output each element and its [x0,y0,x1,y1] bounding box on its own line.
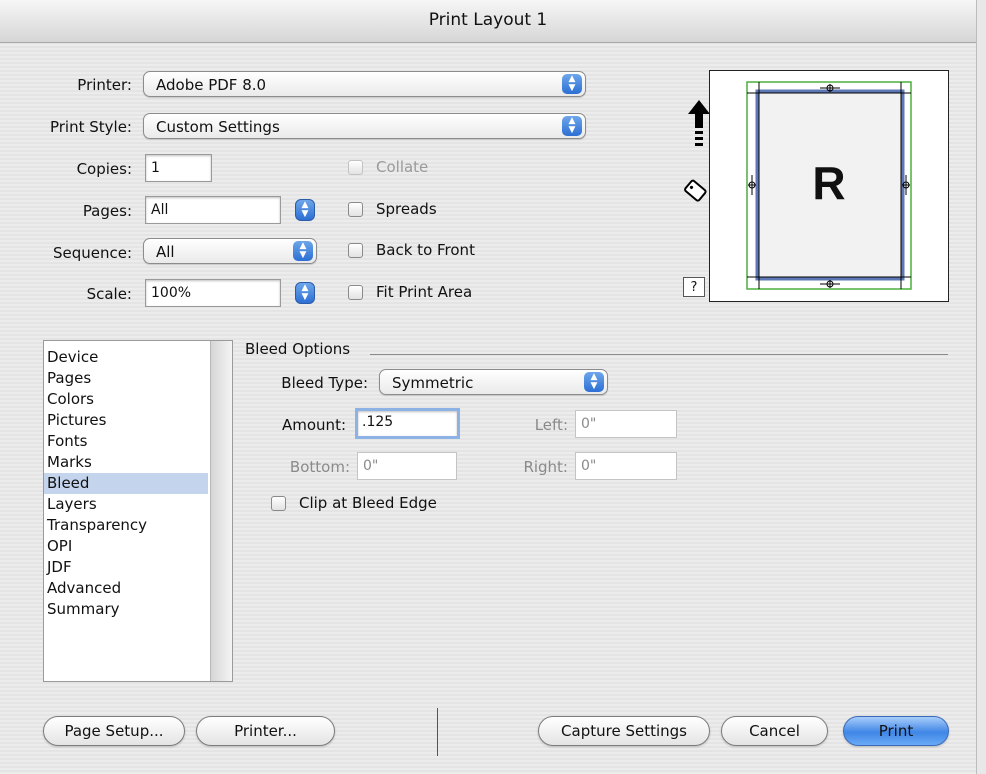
back-to-front-label: Back to Front [376,241,475,259]
list-item-marks[interactable]: Marks [44,452,208,473]
pages-label: Pages: [82,202,132,220]
category-list[interactable]: Device Pages Colors Pictures Fonts Marks Bleed… [43,340,233,682]
popup-arrows-icon: ▲ ▼ [562,116,582,136]
tag-icon[interactable] [680,178,710,204]
printer-popup[interactable]: Adobe PDF 8.0 ▲ ▼ [143,71,586,97]
pages-field[interactable]: All [145,196,281,224]
capture-settings-button[interactable]: Capture Settings [538,716,710,746]
bleed-type-label: Bleed Type: [281,374,368,392]
printer-button[interactable]: Printer... [196,716,335,746]
page-preview: R [709,70,949,302]
list-item-summary[interactable]: Summary [44,599,208,620]
amount-label: Amount: [282,416,346,434]
bleed-section-title: Bleed Options [245,340,351,358]
pages-stepper[interactable]: ▲ ▼ [295,199,315,221]
spreads-checkbox[interactable]: Spreads [348,200,437,218]
checkbox-box [348,242,363,258]
bottom-field[interactable]: 0" [357,452,457,480]
print-dialog: Print Layout 1 Printer: Adobe PDF 8.0 ▲ ▼… [0,0,977,774]
right-field[interactable]: 0" [575,452,677,480]
popup-arrows-icon: ▲ ▼ [293,241,313,261]
copies-field[interactable]: 1 [145,154,212,182]
right-label: Right: [523,458,568,476]
button-separator [437,708,438,756]
bleed-type-popup[interactable]: Symmetric ▲ ▼ [379,369,608,395]
fit-print-area-checkbox[interactable]: Fit Print Area [348,283,472,301]
clip-at-bleed-edge-label: Clip at Bleed Edge [299,494,437,512]
left-label: Left: [534,416,568,434]
section-divider [370,354,948,355]
clip-at-bleed-edge-checkbox[interactable]: Clip at Bleed Edge [271,494,437,512]
list-item-transparency[interactable]: Transparency [44,515,208,536]
collate-checkbox[interactable]: Collate [348,158,428,176]
left-field[interactable]: 0" [575,410,677,438]
scale-stepper[interactable]: ▲ ▼ [295,282,315,304]
list-item-layers[interactable]: Layers [44,494,208,515]
scale-label: Scale: [86,285,132,303]
list-item-pictures[interactable]: Pictures [44,410,208,431]
bottom-label: Bottom: [289,458,350,476]
popup-arrows-icon: ▲ ▼ [584,372,604,392]
fit-print-area-label: Fit Print Area [376,283,473,301]
checkbox-box [348,159,363,175]
collate-label: Collate [376,158,429,176]
amount-field[interactable]: .125 [355,408,460,439]
popup-arrows-icon: ▲ ▼ [562,74,582,94]
print-style-popup[interactable]: Custom Settings ▲ ▼ [143,113,586,139]
printer-label: Printer: [77,76,132,94]
printer-value: Adobe PDF 8.0 [156,76,267,94]
list-item-fonts[interactable]: Fonts [44,431,208,452]
checkbox-box [348,201,363,217]
checkbox-box [271,495,286,511]
print-button[interactable]: Print [843,716,949,746]
scale-field[interactable]: 100% [145,279,281,307]
sequence-label: Sequence: [52,244,132,262]
category-items: Device Pages Colors Pictures Fonts Marks Bleed… [44,347,208,620]
cancel-button[interactable]: Cancel [721,716,828,746]
list-item-opi[interactable]: OPI [44,536,208,557]
help-button[interactable]: ? [683,277,705,297]
list-item-device[interactable]: Device [44,347,208,368]
list-scrollbar[interactable] [210,341,232,681]
list-item-pages[interactable]: Pages [44,368,208,389]
page-letter: R [812,157,846,209]
up-arrow-icon[interactable] [688,100,710,152]
list-item-colors[interactable]: Colors [44,389,208,410]
list-item-bleed[interactable]: Bleed [44,473,208,494]
sequence-popup[interactable]: All ▲ ▼ [143,238,317,264]
window-title: Print Layout 1 [0,0,976,43]
print-style-label: Print Style: [49,118,132,136]
copies-label: Copies: [76,160,132,178]
list-item-jdf[interactable]: JDF [44,557,208,578]
spreads-label: Spreads [376,200,437,218]
list-item-advanced[interactable]: Advanced [44,578,208,599]
sequence-value: All [156,243,175,261]
print-style-value: Custom Settings [156,118,280,136]
checkbox-box [348,284,363,300]
page-setup-button[interactable]: Page Setup... [43,716,185,746]
back-to-front-checkbox[interactable]: Back to Front [348,241,475,259]
bleed-type-value: Symmetric [392,374,474,392]
